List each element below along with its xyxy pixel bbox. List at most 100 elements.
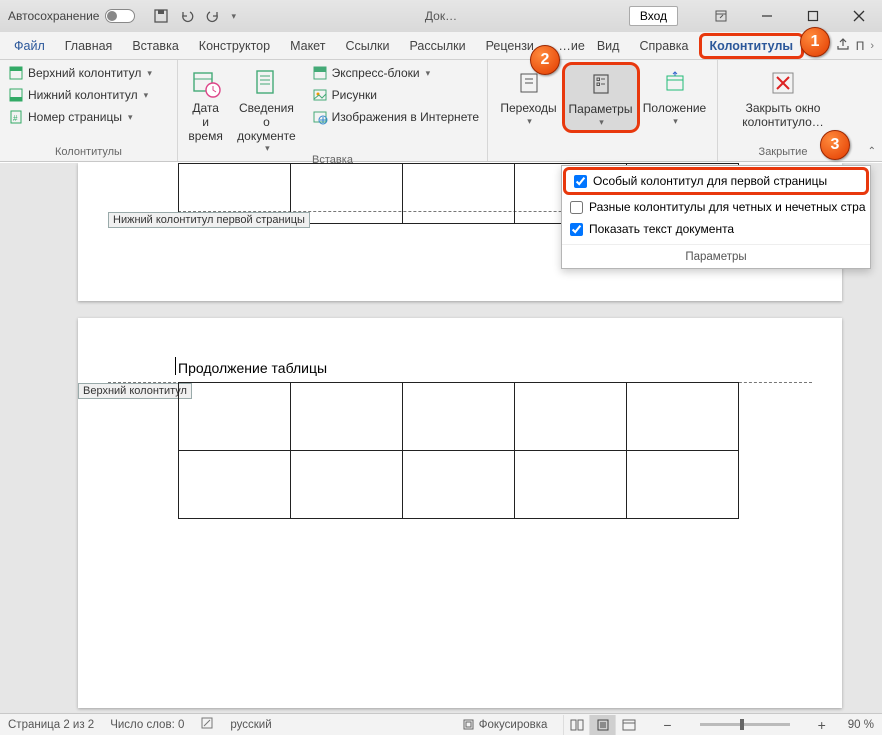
parameters-dropdown: Особый колонтитул для первой страницы Ра… <box>561 165 871 269</box>
tab-home[interactable]: Главная <box>55 32 123 60</box>
tabs-scroll-right-icon[interactable]: › <box>870 40 874 52</box>
zoom-level[interactable]: 90 % <box>848 719 874 731</box>
date-time-button[interactable]: Дата и время <box>184 62 227 154</box>
tab-layout[interactable]: Макет <box>280 32 335 60</box>
comments-icon-partial[interactable]: П <box>856 39 865 53</box>
quick-parts-button[interactable]: Экспресс-блоки▾ <box>310 62 481 84</box>
ribbon-tabs: Файл Главная Вставка Конструктор Макет С… <box>0 32 882 60</box>
checkbox-odd-even[interactable] <box>570 201 583 214</box>
doc-info-button[interactable]: Сведения о документе ▾ <box>231 62 301 154</box>
doc-info-label: Сведения о документе <box>235 102 297 143</box>
group-label-empty <box>601 146 604 161</box>
chevron-down-icon: ▾ <box>599 117 604 127</box>
date-time-label: Дата и время <box>188 102 223 143</box>
tab-insert[interactable]: Вставка <box>122 32 188 60</box>
page-number-label: Номер страницы <box>28 110 122 124</box>
zoom-in-button[interactable]: + <box>812 717 832 733</box>
header-button[interactable]: Верхний колонтитул▾ <box>6 62 154 84</box>
chevron-down-icon: ▾ <box>527 116 532 126</box>
share-icon[interactable] <box>836 37 850 54</box>
tab-review-overflow: …ие <box>556 32 586 60</box>
tab-file[interactable]: Файл <box>4 32 55 60</box>
read-mode-button[interactable] <box>563 715 589 735</box>
text-cursor <box>175 357 176 375</box>
document-info-icon <box>251 66 281 100</box>
status-bar: Страница 2 из 2 Число слов: 0 русский Фо… <box>0 713 882 735</box>
autosave-toggle-group[interactable]: Автосохранение <box>0 9 143 23</box>
autosave-toggle[interactable] <box>105 9 135 23</box>
zoom-out-button[interactable]: − <box>657 717 677 733</box>
web-layout-button[interactable] <box>615 715 641 735</box>
callout-1: 1 <box>800 27 830 57</box>
svg-text:#: # <box>13 114 18 123</box>
option-label-1: Особый колонтитул для первой страницы <box>593 174 827 188</box>
chevron-down-icon: ▾ <box>673 116 678 126</box>
option-odd-even[interactable]: Разные колонтитулы для четных и нечетных… <box>562 196 870 218</box>
chevron-down-icon: ▾ <box>147 68 152 79</box>
option-label-2: Разные колонтитулы для четных и нечетных… <box>589 200 866 214</box>
print-layout-button[interactable] <box>589 715 615 735</box>
checkbox-different-first-page[interactable] <box>574 175 587 188</box>
focus-mode-button[interactable]: Фокусировка <box>462 718 548 731</box>
option-different-first-page[interactable]: Особый колонтитул для первой страницы <box>563 167 869 195</box>
header-tag-page2: Верхний колонтитул <box>78 383 192 399</box>
transitions-label: Переходы <box>500 102 556 116</box>
callout-3: 3 <box>820 130 850 160</box>
footer-tag-page1: Нижний колонтитул первой страницы <box>108 212 310 228</box>
tab-mailings[interactable]: Рассылки <box>399 32 475 60</box>
online-pictures-button[interactable]: Изображения в Интернете <box>310 106 481 128</box>
page-2: Продолжение таблицы Верхний колонтитул <box>78 318 842 708</box>
tab-help[interactable]: Справка <box>629 32 698 60</box>
collapse-ribbon-icon[interactable]: ⌃ <box>868 146 876 157</box>
option-show-document-text[interactable]: Показать текст документа <box>562 218 870 240</box>
close-hf-label: Закрыть окно колонтитуло… <box>742 102 824 130</box>
autosave-label: Автосохранение <box>8 9 99 23</box>
page-number-button[interactable]: # Номер страницы ▾ <box>6 106 134 128</box>
tab-header-footer[interactable]: Колонтитулы <box>699 33 805 59</box>
position-button[interactable]: Положение ▾ <box>640 62 710 133</box>
document-title: Док… <box>425 9 457 23</box>
position-label: Положение <box>643 102 706 116</box>
chevron-down-icon: ▾ <box>426 68 431 79</box>
tab-references[interactable]: Ссылки <box>335 32 399 60</box>
redo-icon[interactable] <box>205 8 221 24</box>
status-proofing-icon[interactable] <box>200 716 214 733</box>
pictures-button[interactable]: Рисунки <box>310 84 481 106</box>
focus-label: Фокусировка <box>479 719 548 731</box>
zoom-slider[interactable] <box>700 723 790 726</box>
status-page[interactable]: Страница 2 из 2 <box>8 719 94 731</box>
checkbox-show-doc-text[interactable] <box>570 223 583 236</box>
view-buttons <box>563 715 641 735</box>
option-label-3: Показать текст документа <box>589 222 734 236</box>
position-icon <box>662 66 688 100</box>
quick-access-toolbar: ▾ <box>153 8 236 24</box>
footer-button[interactable]: Нижний колонтитул▾ <box>6 84 150 106</box>
footer-label: Нижний колонтитул <box>28 88 138 102</box>
ribbon-group-options: Переходы ▾ Параметры ▾ Положение ▾ <box>488 60 718 161</box>
title-bar: Автосохранение ▾ Док… Вход <box>0 0 882 32</box>
undo-icon[interactable] <box>179 8 195 24</box>
pictures-label: Рисунки <box>332 88 377 102</box>
ribbon-body: Верхний колонтитул▾ Нижний колонтитул▾ #… <box>0 60 882 162</box>
status-language[interactable]: русский <box>230 719 271 731</box>
save-icon[interactable] <box>153 8 169 24</box>
status-word-count[interactable]: Число слов: 0 <box>110 719 184 731</box>
group-label-close: Закрытие <box>759 146 808 161</box>
table-page2[interactable] <box>178 382 739 519</box>
online-pictures-label: Изображения в Интернете <box>332 110 479 124</box>
minimize-button[interactable] <box>744 0 790 32</box>
login-button[interactable]: Вход <box>629 6 678 26</box>
close-header-footer-button[interactable]: Закрыть окно колонтитуло… <box>738 62 828 130</box>
close-window-button[interactable] <box>836 0 882 32</box>
parameters-icon <box>589 67 613 101</box>
chevron-down-icon: ▾ <box>128 112 133 123</box>
ribbon-group-header-footer: Верхний колонтитул▾ Нижний колонтитул▾ #… <box>0 60 178 161</box>
qat-dropdown-icon[interactable]: ▾ <box>231 11 236 22</box>
tab-designer[interactable]: Конструктор <box>189 32 280 60</box>
ribbon-display-options-icon[interactable] <box>698 0 744 32</box>
tab-view[interactable]: Вид <box>587 32 630 60</box>
calendar-clock-icon <box>191 66 221 100</box>
parameters-button[interactable]: Параметры ▾ <box>562 62 640 133</box>
continuation-text[interactable]: Продолжение таблицы <box>178 360 327 376</box>
group-label-hf: Колонтитулы <box>55 146 122 161</box>
